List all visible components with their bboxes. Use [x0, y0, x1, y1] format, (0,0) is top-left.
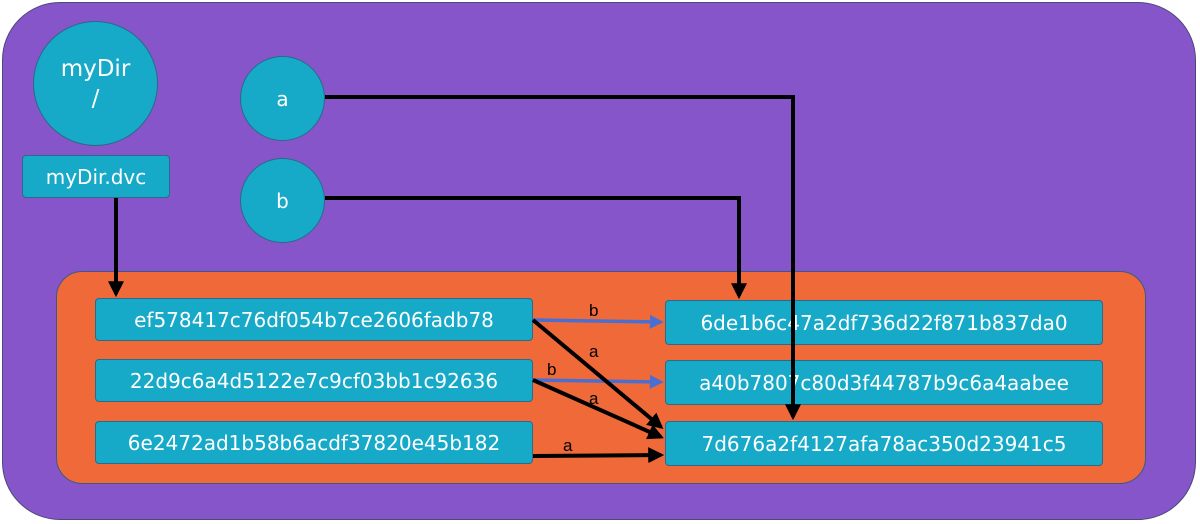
edge-label-a-1: a — [589, 342, 599, 361]
edge-label-b-2: b — [547, 360, 556, 379]
edge-label-b-1: b — [589, 301, 598, 320]
edge-label-a-2: a — [589, 389, 599, 408]
edge-b-1 — [532, 314, 664, 329]
file-a-to-hash-arrow — [325, 95, 801, 421]
file-b-to-hash-arrow — [325, 196, 747, 300]
edge-a-3 — [532, 447, 665, 464]
connector-layer: b a b a a — [108, 95, 801, 464]
edge-label-a-3: a — [563, 436, 573, 455]
edge-b-2 — [532, 374, 664, 389]
